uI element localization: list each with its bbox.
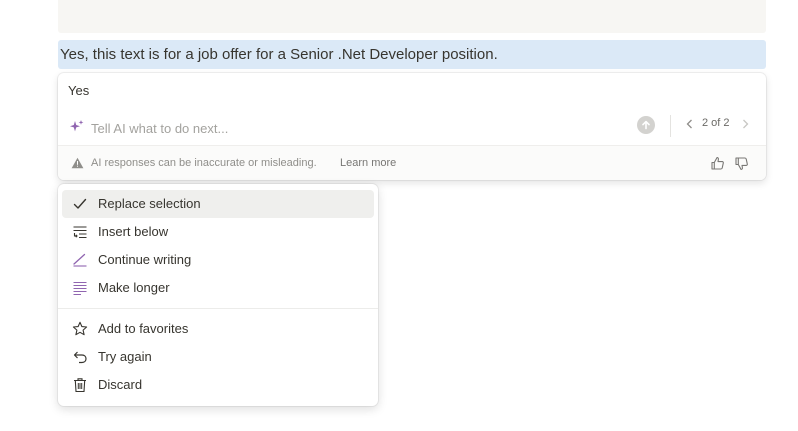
- warning-icon: [71, 157, 84, 169]
- thumbs-down-icon[interactable]: [734, 156, 749, 171]
- ai-prompt-input[interactable]: [91, 118, 611, 138]
- insert-below-icon: [73, 226, 87, 239]
- submit-button[interactable]: [637, 116, 655, 134]
- menu-divider: [58, 308, 378, 309]
- menu-item-label: Continue writing: [98, 252, 192, 267]
- pen-icon: [73, 253, 87, 267]
- chevron-right-icon[interactable]: [738, 117, 752, 131]
- menu-item-replace-selection[interactable]: Replace selection: [62, 190, 374, 218]
- menu-item-label: Insert below: [98, 224, 169, 239]
- undo-icon: [73, 351, 87, 364]
- pager-label: 2 of 2: [702, 117, 730, 129]
- content-block: [58, 0, 766, 33]
- menu-item-label: Discard: [98, 377, 143, 392]
- menu-item-make-longer[interactable]: Make longer: [62, 274, 374, 302]
- arrow-up-icon: [642, 120, 650, 130]
- star-icon: [72, 321, 88, 336]
- lines-icon: [73, 281, 87, 296]
- ai-prompt-row: 2 of 2: [58, 111, 766, 145]
- ai-footer: AI responses can be inaccurate or mislea…: [58, 145, 766, 180]
- menu-item-continue-writing[interactable]: Continue writing: [62, 246, 374, 274]
- checkmark-icon: [73, 198, 87, 209]
- menu-item-discard[interactable]: Discard: [62, 371, 374, 399]
- chevron-left-icon[interactable]: [683, 117, 697, 131]
- ai-action-menu: Replace selection Insert below Continue …: [58, 184, 378, 406]
- divider: [670, 115, 671, 137]
- menu-item-label: Try again: [98, 349, 152, 364]
- menu-item-label: Add to favorites: [98, 321, 189, 336]
- selected-text[interactable]: Yes, this text is for a job offer for a …: [58, 40, 766, 69]
- menu-item-insert-below[interactable]: Insert below: [62, 218, 374, 246]
- menu-item-add-to-favorites[interactable]: Add to favorites: [62, 315, 374, 343]
- ai-panel: Yes 2 of 2: [58, 73, 766, 180]
- menu-item-try-again[interactable]: Try again: [62, 343, 374, 371]
- thumbs-up-icon[interactable]: [710, 156, 725, 171]
- page: Yes, this text is for a job offer for a …: [0, 0, 798, 431]
- ai-response-text: Yes: [68, 83, 90, 98]
- menu-item-label: Make longer: [98, 280, 170, 295]
- trash-icon: [74, 378, 86, 393]
- learn-more-link[interactable]: Learn more: [340, 157, 396, 169]
- menu-item-label: Replace selection: [98, 196, 201, 211]
- disclaimer-text: AI responses can be inaccurate or mislea…: [91, 157, 317, 169]
- sparkle-icon: [70, 120, 84, 132]
